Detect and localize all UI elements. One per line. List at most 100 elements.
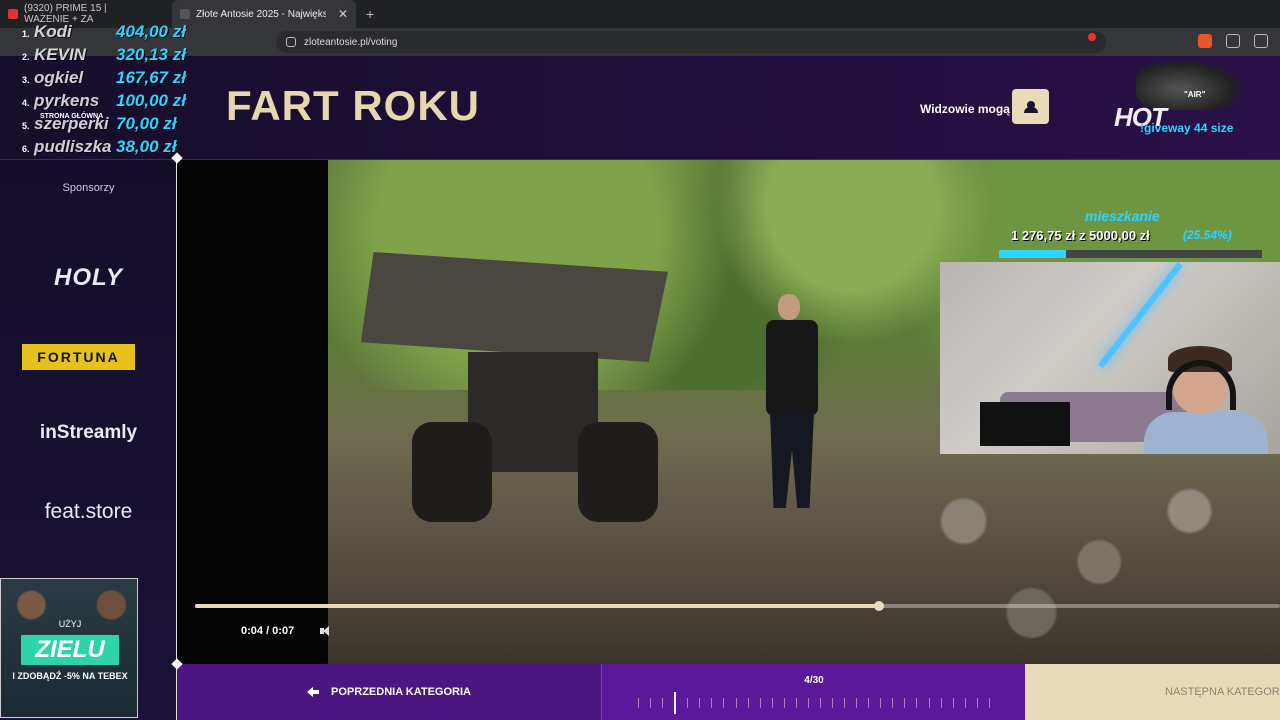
- monitor: [980, 402, 1070, 446]
- sponsor-holy-logo[interactable]: HOLY: [0, 264, 177, 292]
- leaderboard-amount: 100,00 zł: [116, 91, 186, 110]
- leaderboard-rank: 3.: [22, 75, 30, 85]
- video-progress-bar[interactable]: [195, 601, 1280, 611]
- category-tick: [699, 698, 701, 708]
- brave-shields-icon[interactable]: [1198, 34, 1212, 48]
- goal-percent: (25.54%): [1183, 228, 1232, 242]
- category-tick: [759, 698, 761, 708]
- sponsor-featstore-logo[interactable]: feat.store: [0, 500, 177, 524]
- category-tick: [952, 698, 954, 708]
- sidebar-icon[interactable]: [1254, 34, 1268, 48]
- previous-category-button[interactable]: POPRZEDNIA KATEGORIA: [177, 664, 601, 720]
- viewers-label: Widzowie mogą: [920, 102, 1010, 116]
- walking-person: [760, 294, 824, 514]
- promo-overlay: UŻYJ ZIELU I ZDOBĄDŹ -5% NA TEBEX: [0, 578, 138, 718]
- video-progress-fill: [195, 604, 879, 608]
- leaderboard-amount: 404,00 zł: [116, 22, 186, 41]
- shoe-label: "AIR": [1184, 90, 1206, 99]
- previous-category-label: POPRZEDNIA KATEGORIA: [331, 686, 471, 698]
- category-progress: 4/30: [601, 664, 1025, 720]
- url-field[interactable]: zloteantosie.pl/voting: [276, 31, 1106, 53]
- leaderboard-rank: 1.: [22, 29, 30, 39]
- streamer-shirt: [1144, 412, 1268, 454]
- dumper-bucket: [360, 252, 668, 362]
- goal-progress-bar: [999, 250, 1262, 258]
- category-tick: [735, 698, 737, 708]
- category-tick: [783, 698, 785, 708]
- next-category-button[interactable]: NASTĘPNA KATEGORIA: [1025, 664, 1280, 720]
- extensions-icon[interactable]: [1226, 34, 1240, 48]
- leaderboard-amount: 70,00 zł: [116, 114, 177, 133]
- leaderboard-name: Kodi: [34, 22, 72, 41]
- promo-code: ZIELU: [21, 635, 119, 665]
- person-legs: [770, 412, 814, 508]
- category-tick: [916, 698, 918, 708]
- category-tick: [976, 698, 978, 708]
- category-tick: [856, 698, 858, 708]
- category-tick: [904, 698, 906, 708]
- leaderboard-amount: 320,13 zł: [116, 45, 186, 64]
- category-tick: [868, 698, 870, 708]
- category-tick: [844, 698, 846, 708]
- home-link[interactable]: STRONA GŁÓWNA: [40, 113, 103, 120]
- dumper-vehicle: [348, 252, 688, 532]
- next-category-label: NASTĘPNA KATEGORIA: [1165, 686, 1280, 698]
- url-text: zloteantosie.pl/voting: [304, 36, 398, 48]
- leaderboard-rank: 6.: [22, 144, 30, 154]
- category-title: FART ROKU: [226, 82, 480, 129]
- category-navigation: POPRZEDNIA KATEGORIA 4/30 NASTĘPNA KATEG…: [177, 664, 1280, 720]
- sponsor-instreamly-logo[interactable]: inStreamly: [0, 422, 177, 444]
- category-ticks: [638, 692, 990, 714]
- new-tab-button[interactable]: +: [366, 6, 374, 22]
- category-tick: [711, 698, 713, 708]
- category-tick: [795, 698, 797, 708]
- category-tick: [771, 698, 773, 708]
- goal-amount: 1 276,75 zł z 5000,00 zł: [1011, 228, 1150, 243]
- category-tick: [723, 698, 725, 708]
- category-tick: [988, 698, 990, 708]
- leaderboard-rank: 4.: [22, 98, 30, 108]
- current-category-tick: [674, 692, 677, 714]
- category-tick: [832, 698, 833, 708]
- muted-speaker-icon: [8, 9, 18, 19]
- video-progress-handle[interactable]: [873, 601, 884, 611]
- person-body: [766, 320, 818, 416]
- sponsors-label: Sponsorzy: [62, 182, 115, 194]
- promo-subtext: I ZDOBĄDŹ -5% NA TEBEX: [12, 671, 128, 681]
- leaderboard-name: ogkiel: [34, 68, 84, 87]
- site-settings-icon[interactable]: [286, 37, 296, 47]
- viewers-button[interactable]: [1012, 89, 1049, 124]
- category-tick: [880, 698, 882, 708]
- dumper-wheel: [578, 422, 658, 522]
- leaderboard-row: 2. KEVIN 320,13 zł: [22, 45, 202, 68]
- close-tab-icon[interactable]: ✕: [338, 7, 348, 21]
- site-favicon-icon: [180, 9, 190, 19]
- promo-use-label: UŻYJ: [58, 619, 82, 629]
- category-tick: [964, 698, 966, 708]
- leaderboard-amount: 167,67 zł: [116, 68, 186, 87]
- category-tick: [819, 698, 821, 708]
- category-tick: [928, 698, 930, 708]
- category-tick: [638, 698, 639, 708]
- volume-icon[interactable]: [320, 626, 332, 636]
- sponsor-fortuna-logo[interactable]: FORTUNA: [22, 344, 135, 370]
- category-tick: [892, 698, 894, 708]
- tab-label: Złote Antosie 2025 - Największ: [196, 8, 326, 20]
- leaderboard-name: KEVIN: [34, 45, 86, 64]
- goal-title: mieszkanie: [1085, 208, 1160, 224]
- arrow-left-icon: [307, 687, 320, 697]
- leaderboard-rank: 2.: [22, 52, 30, 62]
- toolbar-icons: [1198, 34, 1268, 48]
- goal-progress-fill: [999, 250, 1067, 258]
- category-counter: 4/30: [804, 675, 824, 686]
- category-tick: [662, 698, 664, 708]
- people-icon: [1022, 100, 1040, 113]
- person-head: [778, 294, 800, 320]
- video-player[interactable]: mieszkanie 1 276,75 zł z 5000,00 zł (25.…: [177, 160, 1280, 704]
- category-tick: [747, 698, 749, 708]
- category-tick: [687, 698, 689, 708]
- video-time: 0:04 / 0:07: [241, 625, 295, 637]
- leaderboard-amount: 38,00 zł: [116, 137, 177, 156]
- rubble: [828, 460, 1280, 664]
- giveaway-text: !giveway 44 size: [1140, 121, 1234, 135]
